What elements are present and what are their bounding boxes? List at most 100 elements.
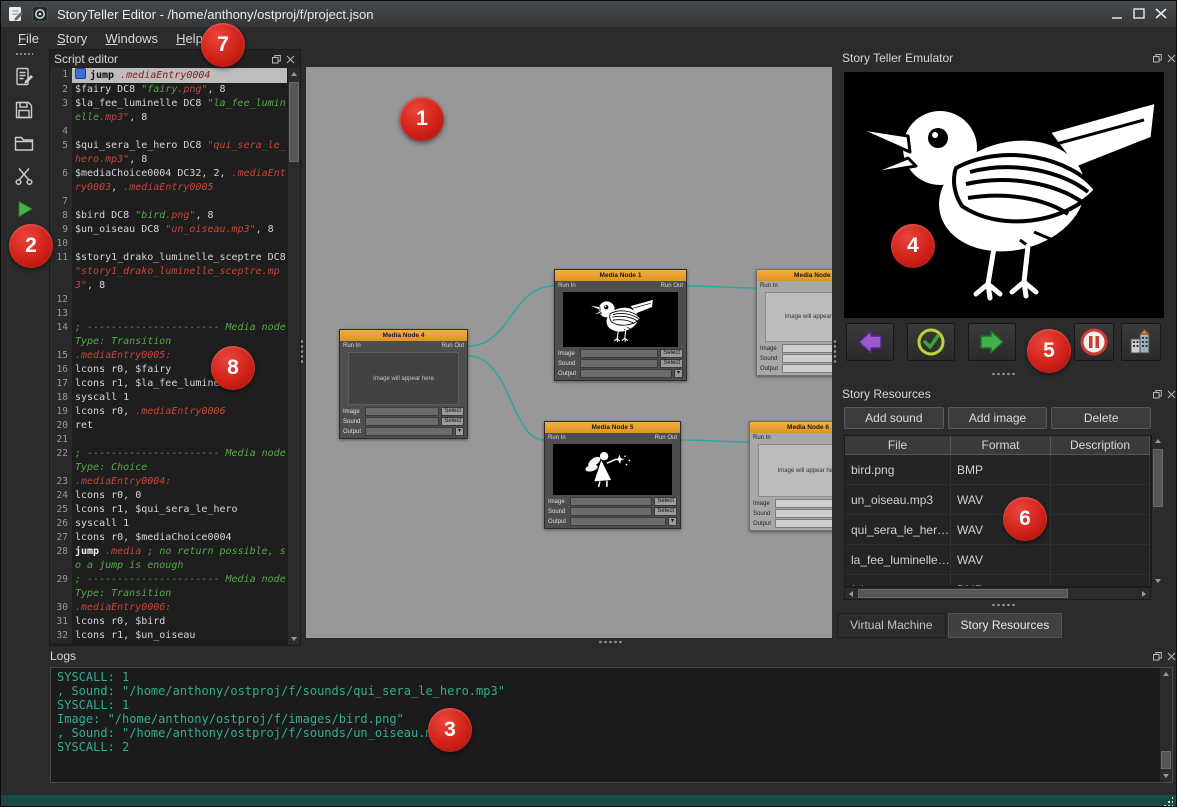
back-button[interactable]	[846, 323, 894, 361]
run-out-port[interactable]: Run Out	[661, 283, 683, 290]
image-field[interactable]	[782, 344, 832, 353]
add-image-button[interactable]: Add image	[948, 407, 1048, 429]
node-title[interactable]: Media Node 3	[757, 270, 832, 281]
image-field[interactable]	[775, 499, 832, 508]
code-line[interactable]: 29; ---------------------- Media node Ty…	[50, 573, 287, 601]
close-panel-icon[interactable]	[285, 54, 296, 65]
close-button[interactable]	[1150, 4, 1172, 24]
add-sound-button[interactable]: Add sound	[844, 407, 944, 429]
sound-field[interactable]	[570, 507, 652, 516]
resources-table-hscrollbar[interactable]	[844, 587, 1151, 600]
scroll-down-icon[interactable]	[288, 633, 300, 645]
column-header-format[interactable]: Format	[951, 436, 1051, 455]
resize-grip[interactable]	[1163, 796, 1173, 806]
node-title[interactable]: Media Node 4	[340, 330, 467, 341]
select-image-button[interactable]: Select	[660, 349, 683, 358]
node-title[interactable]: Media Node 5	[545, 422, 680, 433]
output-field[interactable]	[570, 517, 666, 526]
code-line[interactable]: 19lcons r0, .mediaEntry0006	[50, 405, 287, 419]
code-line[interactable]: 5$qui_sera_le_hero DC8 "qui_sera_le_hero…	[50, 139, 287, 167]
output-menu-button[interactable]: ▾	[455, 427, 464, 436]
close-panel-icon[interactable]	[1166, 53, 1177, 64]
select-image-button[interactable]: Select	[654, 497, 677, 506]
code-line[interactable]: 20ret	[50, 419, 287, 433]
code-line[interactable]: 28jump .media ; no return possible, so a…	[50, 545, 287, 573]
code-line[interactable]: 24lcons r0, 0	[50, 489, 287, 503]
code-line[interactable]: 30.mediaEntry0006:	[50, 601, 287, 615]
float-panel-icon[interactable]	[1152, 53, 1163, 64]
media-node-6[interactable]: Media Node 6 Run In Run Out Image will a…	[749, 421, 832, 531]
code-line[interactable]: 8$bird DC8 "bird.png", 8	[50, 209, 287, 223]
table-row[interactable]: qui_sera_le_hero.mp3WAV	[845, 515, 1150, 545]
scroll-up-icon[interactable]	[288, 68, 300, 80]
run-button[interactable]	[9, 195, 39, 223]
node-title[interactable]: Media Node 1	[555, 270, 686, 281]
open-button[interactable]	[9, 129, 39, 157]
menu-item-file[interactable]: File	[9, 29, 48, 48]
run-out-port[interactable]: Run Out	[655, 435, 677, 442]
code-line[interactable]: 18syscall 1	[50, 391, 287, 405]
tab-virtual-machine[interactable]: Virtual Machine	[837, 613, 946, 638]
output-field[interactable]	[365, 427, 453, 436]
code-line[interactable]: 1jump .mediaEntry0004	[50, 68, 287, 83]
menu-item-windows[interactable]: Windows	[96, 29, 167, 48]
new-script-button[interactable]	[9, 63, 39, 91]
run-in-port[interactable]: Run In	[343, 343, 361, 350]
delete-button[interactable]: Delete	[1051, 407, 1151, 429]
cut-button[interactable]	[9, 162, 39, 190]
script-editor-scrollbar[interactable]	[287, 68, 300, 645]
splitter-resources[interactable]	[991, 603, 1017, 607]
splitter-emulator[interactable]	[991, 372, 1017, 376]
sound-field[interactable]	[782, 354, 832, 363]
code-line[interactable]: 31lcons r0, $bird	[50, 615, 287, 629]
column-header-file[interactable]: File	[845, 436, 951, 455]
output-menu-button[interactable]: ▾	[668, 517, 677, 526]
table-row[interactable]: bird.pngBMP	[845, 455, 1150, 485]
image-field[interactable]	[570, 497, 652, 506]
pause-button[interactable]	[1074, 323, 1114, 361]
close-panel-icon[interactable]	[1166, 651, 1177, 662]
scrollbar-thumb[interactable]	[1153, 449, 1163, 507]
save-button[interactable]	[9, 96, 39, 124]
code-line[interactable]: 23.mediaEntry0004:	[50, 475, 287, 489]
float-panel-icon[interactable]	[271, 54, 282, 65]
code-line[interactable]: 10	[50, 237, 287, 251]
titlebar[interactable]: StoryTeller Editor - /home/anthony/ostpr…	[1, 1, 1176, 27]
run-out-port[interactable]: Run Out	[442, 343, 464, 350]
media-node-3[interactable]: Media Node 3 Run In Run Out Image will a…	[756, 269, 832, 376]
code-line[interactable]: 2$fairy DC8 "fairy.png", 8	[50, 83, 287, 97]
code-line[interactable]: 12	[50, 293, 287, 307]
image-field[interactable]	[580, 349, 658, 358]
tab-story-resources[interactable]: Story Resources	[948, 613, 1063, 638]
code-line[interactable]: 21	[50, 433, 287, 447]
confirm-button[interactable]	[907, 323, 955, 361]
select-image-button[interactable]: Select	[441, 407, 464, 416]
maximize-button[interactable]	[1128, 4, 1150, 24]
menu-item-story[interactable]: Story	[48, 29, 96, 48]
media-node-5[interactable]: Media Node 5 Run In Run Out ImageSelect …	[544, 421, 681, 529]
output-menu-button[interactable]: ▾	[674, 369, 683, 378]
table-row[interactable]: la_fee_luminelle.mp3WAV	[845, 545, 1150, 575]
scrollbar-thumb[interactable]	[1161, 751, 1171, 769]
code-line[interactable]: 6$mediaChoice0004 DC32, 2, .mediaEntry00…	[50, 167, 287, 195]
output-field[interactable]	[775, 519, 832, 528]
select-sound-button[interactable]: Select	[441, 417, 464, 426]
code-line[interactable]: 9$un_oiseau DC8 "un_oiseau.mp3", 8	[50, 223, 287, 237]
code-line[interactable]: 22; ---------------------- Media node Ty…	[50, 447, 287, 475]
home-button[interactable]	[1121, 323, 1161, 361]
logs-scrollbar[interactable]	[1159, 668, 1172, 782]
sound-field[interactable]	[580, 359, 658, 368]
code-line[interactable]: 26syscall 1	[50, 517, 287, 531]
splitter-right[interactable]	[833, 339, 837, 363]
output-field[interactable]	[580, 369, 672, 378]
code-line[interactable]: 14; ---------------------- Media node Ty…	[50, 321, 287, 349]
image-field[interactable]	[365, 407, 439, 416]
sound-field[interactable]	[365, 417, 439, 426]
splitter-left[interactable]	[300, 339, 304, 363]
resources-table[interactable]: FileFormatDescription bird.pngBMPun_oise…	[844, 435, 1151, 587]
float-panel-icon[interactable]	[1152, 651, 1163, 662]
run-in-port[interactable]: Run In	[548, 435, 566, 442]
script-editor[interactable]: 1jump .mediaEntry00042$fairy DC8 "fairy.…	[50, 68, 300, 645]
media-node-1[interactable]: Media Node 1 Run In Run Out ImageSelect …	[554, 269, 687, 381]
run-in-port[interactable]: Run In	[760, 283, 778, 290]
